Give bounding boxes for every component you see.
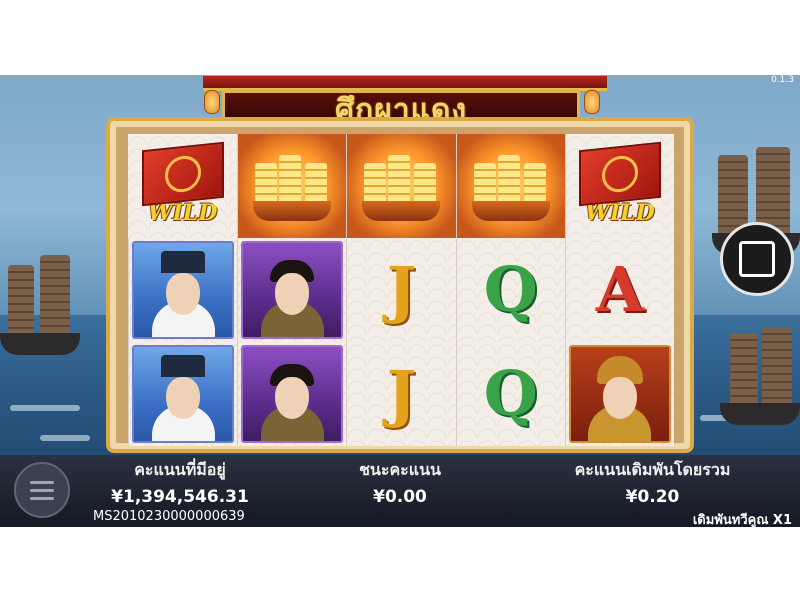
general-portrait-symbol — [568, 345, 671, 443]
reel-cell — [237, 238, 347, 342]
balance-label: คะแนนที่มีอยู่ — [134, 460, 226, 479]
total-bet-label: คะแนนเดิมพันโดยรวม — [574, 460, 731, 479]
reel-cell — [128, 342, 238, 446]
hamburger-icon — [30, 496, 54, 500]
strategist-portrait-symbol — [132, 241, 235, 339]
hamburger-icon — [30, 488, 54, 492]
letter-q-symbol: Q — [483, 253, 538, 326]
win-label: ชนะคะแนน — [359, 460, 441, 479]
dragon-emblem-icon — [164, 154, 201, 194]
reel-cell — [237, 134, 347, 238]
golden-ship-symbol — [238, 134, 347, 238]
reel-cell: A — [564, 238, 674, 342]
golden-ship-icon — [358, 151, 444, 221]
warlord-portrait-symbol — [241, 345, 344, 443]
win-value: ¥0.00 — [373, 487, 427, 507]
lantern-icon — [584, 90, 600, 114]
version-label: 0.1.3 — [771, 75, 794, 85]
reel-cell — [237, 342, 347, 446]
reel-cell: J — [346, 238, 456, 342]
flag-icon — [578, 141, 661, 207]
letter-q-symbol: Q — [483, 357, 538, 430]
total-bet-value: ¥0.20 — [625, 487, 680, 507]
win-stat: ชนะคะแนน ¥0.00 — [335, 458, 465, 507]
page-background — [0, 527, 800, 600]
golden-ship-symbol — [456, 134, 565, 238]
letter-j-symbol: J — [386, 357, 417, 430]
reel-cell — [455, 134, 565, 238]
reel-cell — [128, 238, 238, 342]
menu-button[interactable] — [14, 462, 70, 518]
golden-ship-icon — [468, 151, 554, 221]
reel-cell: Q — [455, 342, 565, 446]
stop-button[interactable] — [720, 222, 794, 296]
balance-value: ¥1,394,546.31 — [111, 487, 249, 507]
reel-cell: WILD — [128, 134, 238, 238]
warlord-portrait-symbol — [241, 241, 344, 339]
background-ship — [0, 245, 80, 355]
reel-cell: Q — [455, 238, 565, 342]
reels-grid: WILD WILD J Q A J Q — [128, 134, 674, 446]
reel-cell: J — [346, 342, 456, 446]
wild-symbol: WILD — [566, 134, 674, 238]
golden-ship-symbol — [347, 134, 456, 238]
letter-a-symbol: A — [595, 253, 644, 326]
reel-cell — [564, 342, 674, 446]
session-id: MS2010230000000639 — [93, 509, 245, 524]
wave — [10, 405, 80, 411]
reel-cell: WILD — [564, 134, 674, 238]
balance-stat: คะแนนที่มีอยู่ ¥1,394,546.31 — [95, 458, 265, 507]
golden-ship-icon — [249, 151, 335, 221]
background-ship — [720, 315, 800, 425]
hamburger-icon — [30, 480, 54, 484]
lantern-icon — [204, 90, 220, 114]
wild-symbol: WILD — [128, 134, 237, 238]
flag-icon — [141, 141, 224, 207]
dragon-emblem-icon — [601, 154, 638, 194]
letter-j-symbol: J — [386, 253, 417, 326]
stop-square-icon — [739, 241, 775, 277]
reel-cell — [346, 134, 456, 238]
wave — [40, 435, 90, 441]
total-bet-stat: คะแนนเดิมพันโดยรวม ¥0.20 — [545, 458, 760, 507]
strategist-portrait-symbol — [132, 345, 235, 443]
